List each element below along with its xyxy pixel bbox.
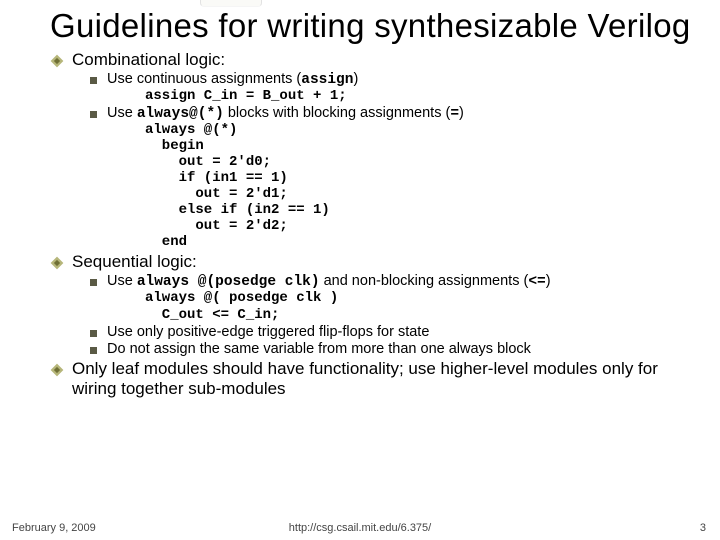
bullet-posedge-ff: Use only positive-edge triggered flip-fl… bbox=[90, 324, 692, 340]
square-icon bbox=[90, 330, 97, 337]
code-assign: assign C_in = B_out + 1; bbox=[145, 88, 692, 104]
section-sequential: Sequential logic: bbox=[50, 252, 692, 272]
section-combinational: Combinational logic: bbox=[50, 50, 692, 70]
section-heading: Sequential logic: bbox=[72, 252, 197, 272]
bullet-text: Use continuous assignments (assign) bbox=[107, 71, 358, 88]
bullet-posedge: Use always @(posedge clk) and non-blocki… bbox=[90, 273, 692, 290]
decorative-tab bbox=[200, 0, 262, 7]
footer-page: 3 bbox=[700, 522, 706, 534]
diamond-icon bbox=[50, 54, 64, 68]
square-icon bbox=[90, 347, 97, 354]
footer-url: http://csg.csail.mit.edu/6.375/ bbox=[0, 522, 720, 534]
bullet-continuous-assign: Use continuous assignments (assign) bbox=[90, 71, 692, 88]
section-leaf-modules: Only leaf modules should have functional… bbox=[50, 359, 692, 399]
section-heading: Combinational logic: bbox=[72, 50, 225, 70]
code-always-comb: always @(*) begin out = 2'd0; if (in1 ==… bbox=[145, 122, 692, 251]
slide: Guidelines for writing synthesizable Ver… bbox=[0, 0, 720, 540]
diamond-icon bbox=[50, 363, 64, 377]
bullet-text: Use always@(*) blocks with blocking assi… bbox=[107, 105, 464, 122]
square-icon bbox=[90, 111, 97, 118]
square-icon bbox=[90, 279, 97, 286]
bullet-always-block: Use always@(*) blocks with blocking assi… bbox=[90, 105, 692, 122]
bullet-text: Use always @(posedge clk) and non-blocki… bbox=[107, 273, 551, 290]
bullet-text: Use only positive-edge triggered flip-fl… bbox=[107, 324, 429, 340]
bullet-text: Do not assign the same variable from mor… bbox=[107, 341, 531, 357]
code-always-seq: always @( posedge clk ) C_out <= C_in; bbox=[145, 290, 692, 322]
slide-title: Guidelines for writing synthesizable Ver… bbox=[50, 8, 692, 44]
bullet-no-multi-assign: Do not assign the same variable from mor… bbox=[90, 341, 692, 357]
diamond-icon bbox=[50, 256, 64, 270]
square-icon bbox=[90, 77, 97, 84]
section-text: Only leaf modules should have functional… bbox=[72, 359, 692, 399]
